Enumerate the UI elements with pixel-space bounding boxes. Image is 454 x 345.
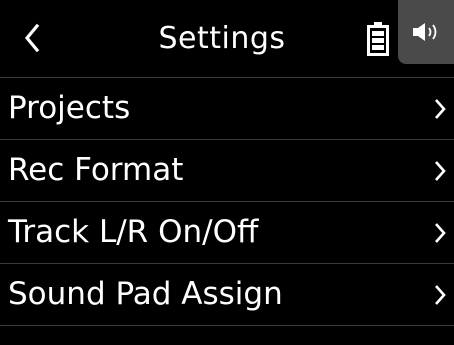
speaker-button[interactable] bbox=[398, 0, 454, 64]
speaker-icon bbox=[413, 23, 437, 41]
chevron-right-icon bbox=[426, 264, 454, 325]
menu-item-label: Track L/R On/Off bbox=[8, 214, 259, 250]
menu-item-projects[interactable]: Projects bbox=[0, 77, 454, 139]
settings-menu-list: Projects Rec Format Track L/R On/Off Sou… bbox=[0, 77, 454, 325]
chevron-right-icon bbox=[426, 78, 454, 139]
menu-item-label: Sound Pad Assign bbox=[8, 276, 283, 312]
menu-item-label: Projects bbox=[8, 90, 131, 126]
menu-item-label: Rec Format bbox=[8, 152, 184, 188]
settings-screen: Settings Projects Rec Format Track L/R O… bbox=[0, 0, 454, 345]
divider bbox=[0, 325, 454, 326]
menu-item-track-lr-on-off[interactable]: Track L/R On/Off bbox=[0, 201, 454, 263]
chevron-right-icon bbox=[426, 140, 454, 201]
chevron-right-icon bbox=[426, 202, 454, 263]
menu-item-rec-format[interactable]: Rec Format bbox=[0, 139, 454, 201]
battery-icon bbox=[367, 22, 389, 56]
menu-item-sound-pad-assign[interactable]: Sound Pad Assign bbox=[0, 263, 454, 325]
header-bar: Settings bbox=[0, 0, 454, 76]
